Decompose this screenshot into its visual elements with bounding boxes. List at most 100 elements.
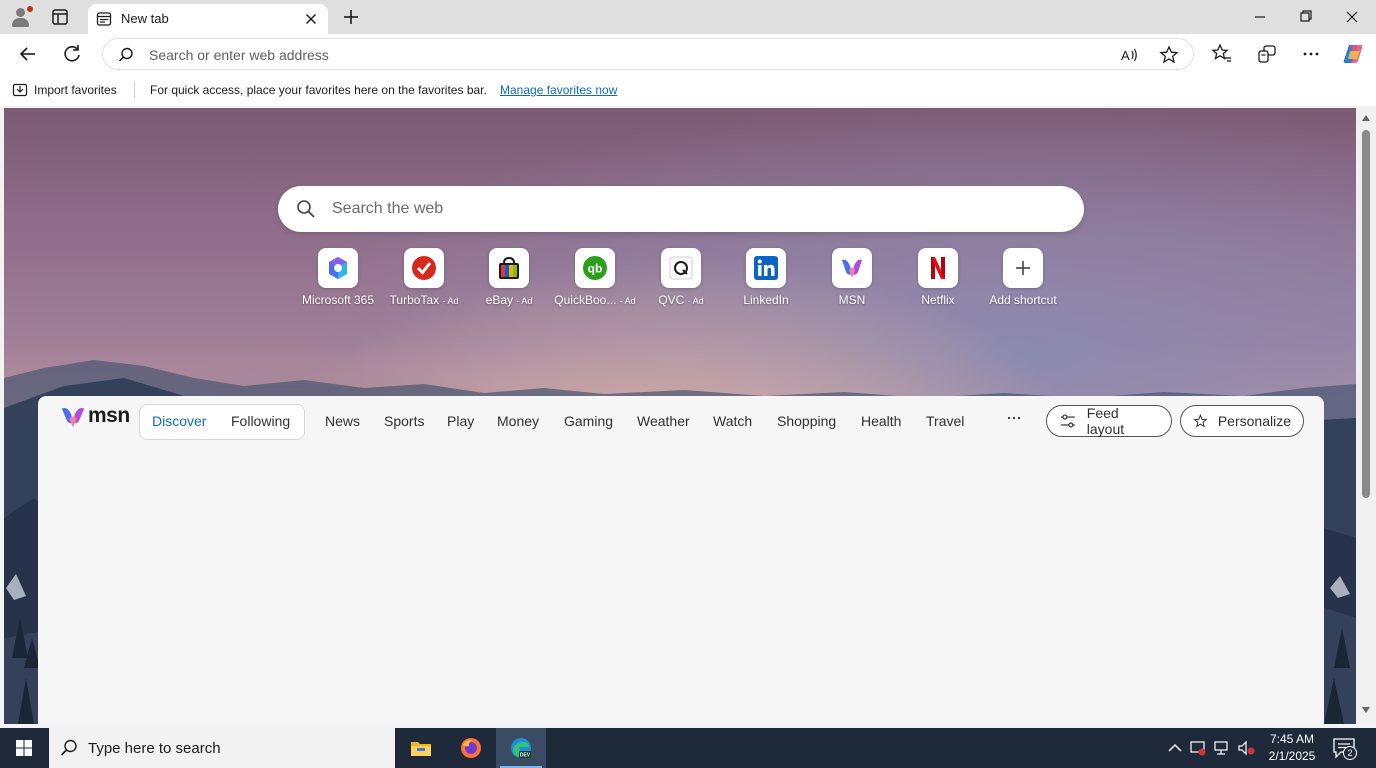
show-hidden-icons-chevron[interactable] — [1166, 739, 1184, 757]
nav-shopping[interactable]: Shopping — [777, 413, 836, 429]
tab-actions-icon[interactable] — [50, 7, 70, 27]
favorites-bar: Import favorites For quick access, place… — [0, 74, 1376, 106]
ebay-icon — [499, 256, 519, 279]
minimize-button[interactable] — [1237, 0, 1283, 34]
tab-following[interactable]: Following — [231, 413, 290, 429]
shortcut-linkedin[interactable]: LinkedIn — [723, 248, 809, 312]
shortcut-label: Add shortcut — [989, 293, 1057, 307]
file-explorer-app[interactable] — [396, 728, 446, 768]
security-alert-icon[interactable] — [1189, 739, 1207, 757]
taskbar-search[interactable]: Type here to search — [49, 728, 395, 768]
nav-sports[interactable]: Sports — [384, 413, 424, 429]
back-arrow-icon[interactable] — [16, 42, 40, 66]
more-nav-icon[interactable] — [1006, 410, 1022, 426]
firefox-app[interactable] — [446, 728, 496, 768]
restore-button[interactable] — [1283, 0, 1329, 34]
web-search-box[interactable] — [278, 186, 1084, 232]
manage-favorites-link[interactable]: Manage favorites now — [500, 83, 617, 97]
shortcut-tile — [1003, 248, 1043, 288]
shortcut-turbotax[interactable]: TurboTax · Ad — [381, 248, 467, 312]
svg-text:DEV: DEV — [520, 753, 531, 759]
folder-icon — [411, 742, 431, 756]
address-bar[interactable]: A — [102, 38, 1194, 70]
edge-app[interactable]: DEV — [496, 728, 546, 768]
feed-tab-group: Discover Following — [139, 404, 305, 440]
shortcut-microsoft-365[interactable]: Microsoft 365 — [295, 248, 381, 312]
quickbooks-icon: qb — [583, 256, 607, 280]
svg-text:A: A — [1121, 48, 1130, 63]
msn-wordmark: msn — [88, 404, 130, 427]
ad-badge: · Ad — [687, 296, 704, 306]
nav-gaming[interactable]: Gaming — [564, 413, 613, 429]
msn-feed: msn Discover Following News Sports Play … — [38, 396, 1324, 724]
plus-icon — [1016, 261, 1030, 275]
shortcut-qvc[interactable]: QVC · Ad — [638, 248, 724, 312]
scroll-down-arrow-icon[interactable] — [1361, 706, 1371, 714]
personalize-button[interactable]: Personalize — [1180, 405, 1304, 437]
page-scrollbar[interactable] — [1356, 108, 1376, 724]
nav-play[interactable]: Play — [447, 413, 474, 429]
nav-weather[interactable]: Weather — [637, 413, 690, 429]
collections-icon[interactable] — [1255, 42, 1279, 66]
tab-title: New tab — [121, 11, 169, 26]
scroll-thumb[interactable] — [1362, 130, 1370, 498]
more-options-icon[interactable] — [1299, 42, 1323, 66]
address-input[interactable] — [149, 45, 1049, 65]
shortcut-tile — [832, 248, 872, 288]
nav-travel[interactable]: Travel — [926, 413, 964, 429]
refresh-icon[interactable] — [60, 42, 84, 66]
favorites-icon[interactable] — [1210, 42, 1234, 66]
tab-new-tab[interactable]: New tab — [88, 4, 328, 34]
turbotax-icon — [412, 256, 436, 280]
title-bar: New tab — [0, 0, 1376, 34]
network-icon[interactable] — [1213, 739, 1231, 757]
import-favorites-button[interactable]: Import favorites — [12, 82, 117, 98]
shortcut-ebay[interactable]: eBay · Ad — [466, 248, 552, 312]
read-aloud-icon[interactable]: A — [1119, 45, 1139, 65]
feed-layout-label: Feed layout — [1086, 405, 1125, 437]
shortcut-netflix[interactable]: Netflix — [895, 248, 981, 312]
shortcut-tile — [489, 248, 529, 288]
msn-icon — [842, 259, 862, 278]
svg-text:qb: qb — [588, 262, 603, 276]
shortcut-msn[interactable]: MSN — [809, 248, 895, 312]
shortcut-quickbooks[interactable]: qb QuickBoo... · Ad — [552, 248, 638, 312]
nav-money[interactable]: Money — [497, 413, 539, 429]
volume-muted-icon[interactable] — [1237, 739, 1255, 757]
sparkle-star-icon — [1193, 413, 1208, 428]
add-favorite-star-icon[interactable] — [1159, 45, 1179, 65]
profile-icon[interactable] — [10, 6, 33, 28]
tab-discover[interactable]: Discover — [152, 413, 206, 429]
shortcut-tile — [318, 248, 358, 288]
scroll-up-arrow-icon[interactable] — [1361, 114, 1371, 122]
windows-start-icon[interactable] — [0, 728, 48, 768]
search-icon — [118, 47, 133, 62]
nav-health[interactable]: Health — [861, 413, 901, 429]
feed-layout-button[interactable]: Feed layout — [1046, 405, 1172, 437]
nav-news[interactable]: News — [325, 413, 360, 429]
web-search-input[interactable] — [332, 199, 1032, 219]
shortcut-tile — [746, 248, 786, 288]
notification-count-badge: 2 — [1343, 746, 1357, 760]
ad-badge: · Ad — [516, 296, 533, 306]
favorites-message: For quick access, place your favorites h… — [150, 83, 487, 97]
nav-watch[interactable]: Watch — [713, 413, 752, 429]
new-tab-page-icon — [96, 12, 112, 26]
shortcut-add[interactable]: Add shortcut — [980, 248, 1066, 312]
import-favorites-label: Import favorites — [34, 83, 117, 97]
favorites-divider — [134, 82, 135, 98]
msn-butterfly-icon — [61, 407, 85, 428]
new-tab-plus-icon[interactable] — [340, 6, 362, 28]
shortcut-tile — [404, 248, 444, 288]
copilot-icon[interactable] — [1341, 42, 1365, 66]
shortcut-tile — [918, 248, 958, 288]
system-clock[interactable]: 7:45 AM 2/1/2025 — [1262, 731, 1322, 765]
close-window-button[interactable] — [1329, 0, 1375, 34]
personalize-label: Personalize — [1217, 413, 1291, 429]
msn-logo[interactable]: msn — [60, 404, 130, 432]
shortcut-tile: qb — [575, 248, 615, 288]
new-tab-page: Microsoft 365 TurboTax · Ad eBay · Ad — [4, 108, 1356, 724]
close-tab-icon[interactable] — [302, 10, 320, 28]
netflix-icon — [931, 257, 945, 279]
sliders-icon — [1060, 414, 1075, 428]
